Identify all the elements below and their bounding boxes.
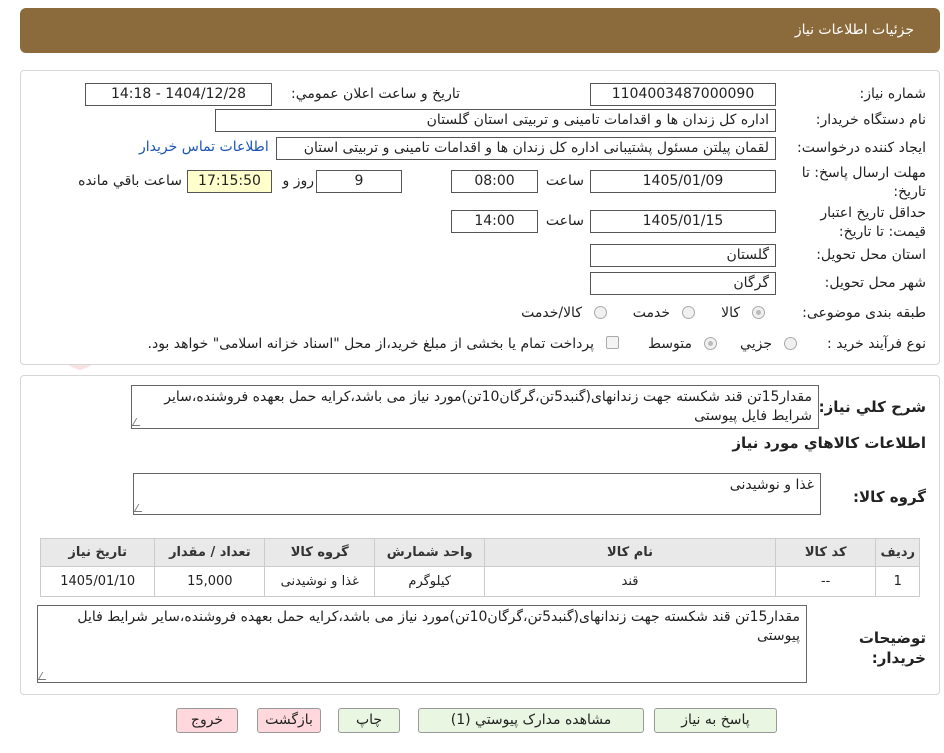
deadline-time-field[interactable]: 08:00 (451, 170, 538, 193)
goods-table: ردیف کد کالا نام کالا واحد شمارش گروه کا… (39, 538, 920, 597)
reply-to-need-button[interactable]: پاسخ به نیاز (654, 708, 777, 733)
validity-label: حداقل تاریخ اعتبار قیمت: تا تاریخ: (820, 205, 926, 240)
process-minor-label: جزیي (740, 336, 772, 352)
need-number-label: شماره نیاز: (859, 86, 927, 102)
days-remaining-field[interactable]: 9 (316, 170, 402, 193)
cell-item-code: -- (774, 566, 877, 597)
col-header-group: گروه کالا (264, 538, 376, 567)
category-goods-service-label: کالا/خدمت (521, 305, 582, 321)
validity-time-label: ساعت (545, 213, 584, 229)
city-label: شهر محل تحویل: (824, 275, 926, 291)
process-type-label: نوع فرآیند خرید : (827, 336, 926, 352)
table-row[interactable]: 1 -- قند کیلوگرم غذا و نوشیدنی 15,000 14… (39, 566, 920, 597)
col-header-quantity: تعداد / مقدار (154, 538, 266, 567)
resize-grip-icon[interactable] (134, 504, 147, 512)
cell-unit: کیلوگرم (374, 566, 486, 597)
description-label: شرح کلي نیاز: (818, 398, 926, 416)
category-goods-service-radio[interactable] (594, 306, 607, 319)
col-header-item-name: نام کالا (484, 538, 776, 567)
remaining-time-field[interactable]: 17:15:50 (187, 170, 272, 193)
buyer-org-field[interactable]: اداره کل زندان ها و اقدامات تامینی و ترب… (215, 109, 776, 132)
treasury-payment-checkbox[interactable] (606, 336, 619, 349)
goods-group-textarea[interactable]: غذا و نوشیدنی (133, 473, 821, 515)
treasury-payment-note: پرداخت تمام یا بخشی از مبلغ خرید،از محل … (147, 336, 594, 352)
col-header-row-number: ردیف (875, 538, 920, 567)
buyer-org-label: نام دستگاه خریدار: (815, 112, 926, 128)
view-attachments-button[interactable]: مشاهده مدارک پیوستي (1) (418, 708, 644, 733)
deadline-date-field[interactable]: 1405/01/09 (590, 170, 776, 193)
resize-grip-icon[interactable] (132, 418, 145, 426)
process-medium-radio[interactable] (704, 337, 717, 350)
validity-date-field[interactable]: 1405/01/15 (590, 210, 776, 233)
exit-button[interactable]: خروج (176, 708, 238, 733)
buyer-notes-label: توضیحات خریدار: (858, 629, 926, 667)
validity-time-field[interactable]: 14:00 (451, 210, 538, 233)
goods-group-label: گروه کالا: (853, 488, 926, 506)
resize-grip-icon[interactable] (38, 672, 51, 680)
category-label: طبقه بندی موضوعی: (802, 305, 926, 321)
deadline-label: مهلت ارسال پاسخ: تا تاریخ: (801, 165, 926, 200)
col-header-need-date: تاریخ نیاز (39, 538, 156, 567)
page-header: جزئیات اطلاعات نیاز (20, 8, 940, 53)
province-field[interactable]: گلستان (590, 244, 776, 267)
announce-date-label: تاریخ و ساعت اعلان عمومي: (291, 86, 460, 102)
col-header-item-code: کد کالا (774, 538, 877, 567)
page-title: جزئیات اطلاعات نیاز (794, 22, 914, 38)
remaining-time-label: ساعت باقي مانده (78, 173, 182, 189)
deadline-time-label: ساعت (545, 173, 584, 189)
goods-group-text: غذا و نوشیدنی (729, 477, 814, 493)
need-number-field[interactable]: 1104003487000090 (590, 83, 776, 106)
category-service-radio[interactable] (682, 306, 695, 319)
category-goods-radio[interactable] (752, 306, 765, 319)
description-text: مقدار15تن قند شکسته جهت زندانهای(گنبد5تن… (164, 389, 812, 424)
col-header-unit: واحد شمارش (374, 538, 486, 567)
process-medium-label: متوسط (648, 336, 692, 352)
back-button[interactable]: بازگشت (257, 708, 321, 733)
days-label: روز و (282, 173, 315, 189)
print-button[interactable]: چاپ (338, 708, 400, 733)
buyer-notes-textarea[interactable]: مقدار15تن قند شکسته جهت زندانهای(گنبد5تن… (37, 605, 807, 683)
goods-section-title: اطلاعات کالاهاي مورد نیاز (732, 434, 926, 452)
category-goods-label: کالا (721, 305, 740, 321)
process-minor-radio[interactable] (784, 337, 797, 350)
cell-quantity: 15,000 (154, 566, 266, 597)
requester-label: ایجاد کننده درخواست: (797, 140, 926, 156)
province-label: استان محل تحویل: (816, 247, 926, 263)
buyer-notes-text: مقدار15تن قند شکسته جهت زندانهای(گنبد5تن… (77, 609, 800, 644)
category-service-label: خدمت (632, 305, 670, 321)
cell-need-date: 1405/01/10 (39, 566, 156, 597)
buyer-contact-link[interactable]: اطلاعات تماس خریدار (139, 139, 269, 155)
announce-date-field[interactable]: 1404/12/28 - 14:18 (85, 83, 272, 106)
requester-field[interactable]: لقمان پیلتن مسئول پشتیبانی اداره کل زندا… (276, 137, 776, 160)
city-field[interactable]: گرگان (590, 272, 776, 295)
table-header-row: ردیف کد کالا نام کالا واحد شمارش گروه کا… (39, 538, 920, 567)
cell-item-name: قند (484, 566, 776, 597)
description-textarea[interactable]: مقدار15تن قند شکسته جهت زندانهای(گنبد5تن… (131, 385, 819, 429)
cell-group: غذا و نوشیدنی (264, 566, 376, 597)
cell-row-number: 1 (875, 566, 920, 597)
